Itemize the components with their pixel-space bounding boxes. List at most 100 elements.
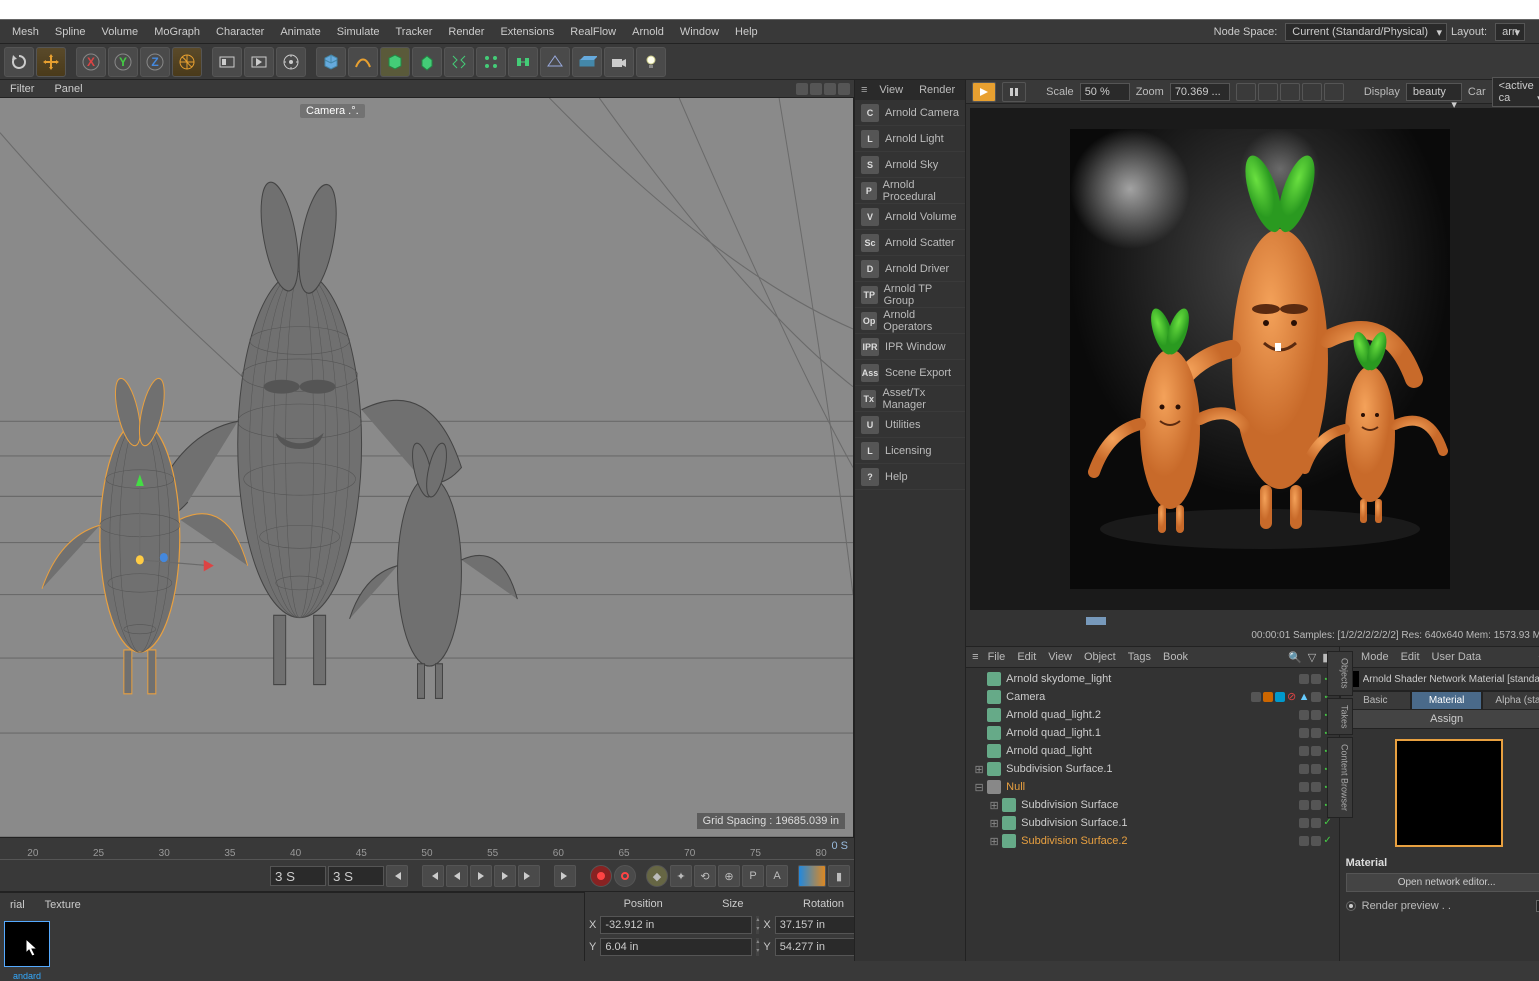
render-region-icon[interactable] — [1280, 83, 1300, 101]
arnold-item-arnold-operators[interactable]: OpArnold Operators — [855, 308, 965, 334]
om-menu-object[interactable]: Object — [1081, 649, 1119, 665]
render-dot[interactable] — [1311, 800, 1321, 810]
prev-key-button[interactable] — [422, 865, 444, 887]
render-preview-check[interactable]: ✓ — [1536, 900, 1539, 912]
render-dot[interactable] — [1311, 818, 1321, 828]
material-preview[interactable] — [1395, 739, 1503, 847]
arnold-item-arnold-driver[interactable]: DArnold Driver — [855, 256, 965, 282]
visibility-dot[interactable] — [1299, 710, 1309, 720]
tool-axis-x[interactable]: X — [76, 47, 106, 77]
tree-expand-icon[interactable]: ⊞ — [989, 817, 999, 830]
arnold-item-help[interactable]: ?Help — [855, 464, 965, 490]
render-dot[interactable] — [1311, 710, 1321, 720]
attr-menu-userdata[interactable]: User Data — [1429, 649, 1485, 665]
autokey-button[interactable] — [614, 865, 636, 887]
tool-field[interactable] — [476, 47, 506, 77]
go-end-button[interactable] — [554, 865, 576, 887]
render-dot[interactable] — [1311, 674, 1321, 684]
key-rotate-button[interactable]: ⊕ — [718, 865, 740, 887]
om-menu-file[interactable]: File — [985, 649, 1009, 665]
visibility-dot[interactable] — [1299, 836, 1309, 846]
menu-tracker[interactable]: Tracker — [388, 22, 441, 42]
tree-row[interactable]: Arnold quad_light✓ — [968, 742, 1336, 760]
scale-field[interactable] — [1080, 83, 1130, 101]
ipr-play-button[interactable] — [972, 82, 996, 102]
om-menu-edit[interactable]: Edit — [1014, 649, 1039, 665]
vert-tab-content[interactable]: Content Browser — [1327, 737, 1353, 818]
display-select[interactable]: beauty — [1406, 83, 1462, 101]
tool-extrude[interactable] — [412, 47, 442, 77]
tree-row[interactable]: Arnold skydome_light✓ — [968, 670, 1336, 688]
tool-undo[interactable] — [4, 47, 34, 77]
render-zoom-fit-icon[interactable] — [1236, 83, 1256, 101]
viewport-max-icon[interactable] — [838, 83, 850, 95]
tree-expand-icon[interactable]: ⊞ — [989, 835, 999, 848]
menu-window[interactable]: Window — [672, 22, 727, 42]
om-filter-icon[interactable]: ▽ — [1308, 651, 1316, 664]
object-tree[interactable]: Arnold skydome_light✓Camera⊘▲✓Arnold qua… — [966, 668, 1338, 961]
zoom-field[interactable] — [1170, 83, 1230, 101]
render-crop-icon[interactable] — [1302, 83, 1322, 101]
ipr-pause-button[interactable] — [1002, 82, 1026, 102]
render-scrollbar[interactable] — [966, 614, 1539, 628]
hamburger-icon[interactable]: ≡ — [861, 84, 867, 96]
tree-row[interactable]: ⊞Subdivision Surface.1✓ — [968, 760, 1336, 778]
tree-row[interactable]: Arnold quad_light.1✓ — [968, 724, 1336, 742]
visibility-dot[interactable] — [1299, 800, 1309, 810]
step-back-button[interactable] — [446, 865, 468, 887]
render-dot[interactable] — [1311, 836, 1321, 846]
pos-x-spin[interactable]: ▴▾ — [756, 916, 759, 934]
render-dot[interactable] — [1311, 782, 1321, 792]
menu-extensions[interactable]: Extensions — [492, 22, 562, 42]
node-space-select[interactable]: Current (Standard/Physical) — [1285, 23, 1447, 41]
step-fwd-button[interactable] — [494, 865, 516, 887]
open-network-editor-button[interactable]: Open network editor... — [1346, 873, 1539, 892]
render-dot[interactable] — [1311, 746, 1321, 756]
arnold-tab-view[interactable]: View — [875, 82, 907, 98]
om-menu-book[interactable]: Book — [1160, 649, 1191, 665]
tool-plane[interactable] — [540, 47, 570, 77]
arnold-item-arnold-scatter[interactable]: ScArnold Scatter — [855, 230, 965, 256]
timeline-ruler[interactable]: 20 25 30 35 40 45 50 55 60 65 70 75 80 0… — [0, 838, 854, 860]
arnold-item-arnold-light[interactable]: LArnold Light — [855, 126, 965, 152]
go-start-button[interactable] — [386, 865, 408, 887]
menu-realflow[interactable]: RealFlow — [562, 22, 624, 42]
tool-instance[interactable] — [508, 47, 538, 77]
menu-help[interactable]: Help — [727, 22, 766, 42]
record-button[interactable] — [590, 865, 612, 887]
arnold-item-licensing[interactable]: LLicensing — [855, 438, 965, 464]
menu-simulate[interactable]: Simulate — [329, 22, 388, 42]
pos-x-field[interactable] — [600, 916, 752, 934]
key-selection-button[interactable]: ◆ — [646, 865, 668, 887]
render-zoom-1-icon[interactable] — [1258, 83, 1278, 101]
marker-button[interactable]: ▮ — [828, 865, 850, 887]
pos-y-spin[interactable]: ▴▾ — [756, 938, 759, 956]
arnold-item-arnold-procedural[interactable]: PArnold Procedural — [855, 178, 965, 204]
key-param-button[interactable]: P — [742, 865, 764, 887]
viewport-rotate-icon[interactable] — [824, 83, 836, 95]
render-dot[interactable] — [1311, 728, 1321, 738]
tool-render-image[interactable] — [244, 47, 274, 77]
arnold-item-asset-tx-manager[interactable]: TxAsset/Tx Manager — [855, 386, 965, 412]
tree-row[interactable]: ⊞Subdivision Surface✓ — [968, 796, 1336, 814]
attr-tab-alpha[interactable]: Alpha (sta — [1482, 691, 1539, 710]
tree-expand-icon[interactable]: ⊞ — [974, 763, 984, 776]
menu-render[interactable]: Render — [440, 22, 492, 42]
menu-arnold[interactable]: Arnold — [624, 22, 672, 42]
attr-menu-mode[interactable]: Mode — [1358, 649, 1392, 665]
menu-animate[interactable]: Animate — [272, 22, 328, 42]
material-tab-material[interactable]: rial — [4, 897, 31, 913]
pos-y-field[interactable] — [600, 938, 752, 956]
enable-check[interactable]: ✓ — [1323, 818, 1333, 828]
tree-row[interactable]: ⊟Null✓ — [968, 778, 1336, 796]
tool-cube[interactable] — [316, 47, 346, 77]
tree-row[interactable]: ⊞Subdivision Surface.2✓ — [968, 832, 1336, 850]
tool-render-settings[interactable] — [212, 47, 242, 77]
viewport-menu-panel[interactable]: Panel — [48, 81, 88, 97]
menu-character[interactable]: Character — [208, 22, 272, 42]
viewport-zoom-icon[interactable] — [810, 83, 822, 95]
layout-select[interactable]: arn — [1495, 23, 1525, 41]
vert-tab-takes[interactable]: Takes — [1327, 698, 1353, 736]
arnold-item-arnold-sky[interactable]: SArnold Sky — [855, 152, 965, 178]
play-button[interactable] — [470, 865, 492, 887]
